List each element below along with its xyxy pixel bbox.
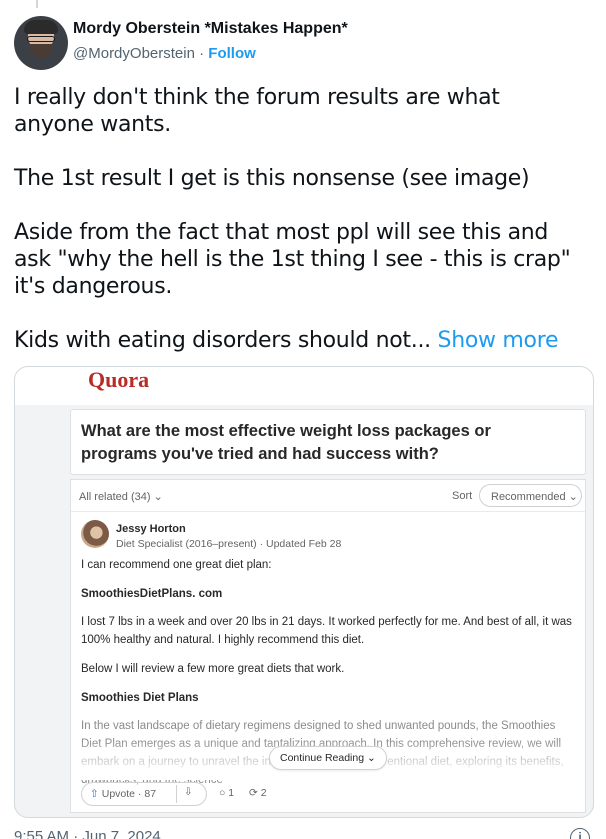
upvote-button: ⇧ Upvote · 87 ⇩ <box>81 782 207 806</box>
quora-logo: Quora <box>88 367 150 392</box>
author-name[interactable]: Mordy Oberstein *Mistakes Happen* <box>73 20 348 38</box>
answer-author-avatar <box>81 520 109 548</box>
question-title: What are the most effective weight loss … <box>81 422 491 463</box>
tweet-paragraph: Aside from the fact that most ppl will s… <box>14 220 571 299</box>
show-more-link[interactable]: Show more <box>438 328 559 353</box>
quora-header: Quora <box>15 367 593 405</box>
tweet-paragraph-last: Kids with eating disorders should not...… <box>14 327 584 354</box>
thread-connector-line <box>36 0 38 8</box>
handle-separator: · <box>194 45 209 62</box>
chevron-down-icon: ⌄ <box>568 491 578 503</box>
comment-count: ○ 1 <box>219 787 235 799</box>
follow-button[interactable]: Follow <box>208 45 256 62</box>
author-handle-line: @MordyOberstein · Follow <box>73 45 256 62</box>
tweet-paragraph: The 1st result I get is this nonsense (s… <box>14 166 530 191</box>
share-count: ⟳ 2 <box>249 787 267 799</box>
tweet-timestamp[interactable]: 9:55 AM · Jun 7, 2024 <box>14 828 161 839</box>
tweet-paragraph-text: Kids with eating disorders should not... <box>14 328 431 353</box>
answer-author-credential: Diet Specialist (2016–present) · Updated… <box>116 538 342 550</box>
tweet-text: I really don't think the forum results a… <box>14 84 584 354</box>
answer-line: I can recommend one great diet plan: <box>81 559 272 571</box>
tweet-image[interactable]: Quora What are the most effective weight… <box>14 366 594 818</box>
author-avatar[interactable] <box>14 16 68 70</box>
sort-dropdown: Recommended ⌄ <box>479 484 582 507</box>
answer-line: Below I will review a few more great die… <box>81 663 345 675</box>
answer-author-name: Jessy Horton <box>116 523 186 535</box>
answer-paragraph: I lost 7 lbs in a week and over 20 lbs i… <box>81 616 572 646</box>
chevron-down-icon: ⌄ <box>153 491 163 503</box>
answer-site-name: SmoothiesDietPlans. com <box>81 588 223 600</box>
sort-label: Sort <box>452 490 473 502</box>
tweet-paragraph: I really don't think the forum results a… <box>14 85 500 137</box>
comment-icon: ○ <box>219 787 226 799</box>
continue-reading-button: Continue Reading ⌄ <box>269 746 387 770</box>
author-handle[interactable]: @MordyOberstein <box>73 45 195 62</box>
all-related-label: All related (34) ⌄ <box>79 491 163 503</box>
chevron-down-icon: ⌄ <box>366 752 376 764</box>
tweet-header: Mordy Oberstein *Mistakes Happen* @Mordy… <box>14 12 594 72</box>
arrow-down-icon: ⇩ <box>184 786 193 798</box>
question-card: What are the most effective weight loss … <box>70 409 586 475</box>
info-icon[interactable]: i <box>570 828 590 839</box>
arrow-up-icon: ⇧ <box>90 788 99 800</box>
share-icon: ⟳ <box>249 787 258 799</box>
answer-subheading: Smoothies Diet Plans <box>81 692 199 704</box>
answer-card: Jessy Horton Diet Specialist (2016–prese… <box>70 511 586 813</box>
related-bar: All related (34) ⌄ Sort Recommended ⌄ <box>70 479 586 511</box>
